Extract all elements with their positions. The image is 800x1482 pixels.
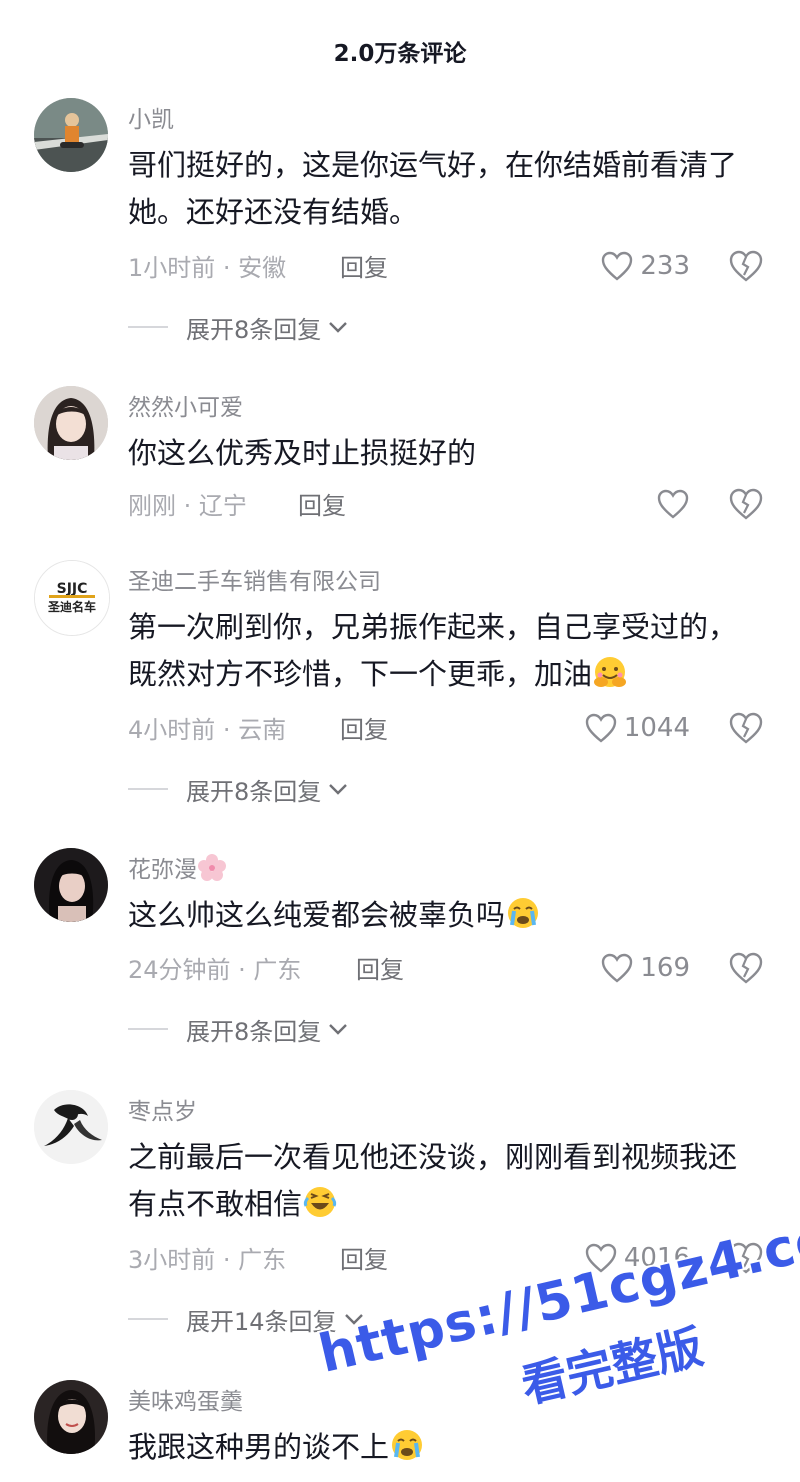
broken-heart-icon[interactable]	[728, 950, 764, 986]
expand-replies-label: 展开8条回复	[186, 315, 322, 344]
heart-outline-icon	[602, 251, 633, 281]
comment-text: 第一次刷到你，兄弟振作起来，自己享受过的，既然对方不珍惜，下一个更乖，加油	[128, 604, 758, 698]
comment-text-content: 这么帅这么纯爱都会被辜负吗	[128, 898, 506, 932]
reply-button[interactable]: 回复	[340, 710, 388, 745]
comment-meta-row: 4小时前 · 云南 回复 1044	[128, 710, 768, 746]
comment-time-location: 1小时前 · 安徽	[128, 254, 287, 282]
divider	[128, 1318, 168, 1320]
comment-author[interactable]: 圣迪二手车销售有限公司	[128, 562, 381, 596]
heart-outline-icon	[602, 953, 633, 983]
comments-count-title: 2.0万条评论	[333, 41, 467, 67]
divider	[128, 788, 168, 790]
comment-author[interactable]: 然然小可爱	[128, 388, 243, 422]
comment-time-location: 3小时前 · 广东	[128, 1246, 287, 1274]
laughing-tears-emoji	[303, 1187, 337, 1217]
expand-replies-label: 展开8条回复	[186, 1017, 322, 1046]
avatar[interactable]	[34, 98, 108, 172]
chevron-down-icon	[329, 1024, 348, 1035]
like-button[interactable]: 1044	[584, 710, 690, 746]
comment-text: 你这么优秀及时止损挺好的	[128, 436, 477, 470]
like-count: 1044	[623, 713, 690, 743]
comment-author[interactable]: 小凯	[128, 100, 174, 134]
avatar[interactable]	[34, 1380, 108, 1454]
comment-time-location: 24分钟前 · 广东	[128, 956, 302, 984]
heart-outline-icon	[585, 713, 617, 743]
cherry-blossom-emoji	[198, 854, 226, 881]
like-button[interactable]: 233	[600, 248, 690, 284]
comment-text: 这么帅这么纯爱都会被辜负吗	[128, 892, 758, 939]
like-count: 169	[640, 953, 690, 983]
heart-outline-icon	[657, 489, 689, 519]
hugging-face-emoji	[594, 657, 627, 687]
comment-meta-row: 刚刚 · 辽宁 回复	[128, 486, 768, 522]
comment-author[interactable]: 花弥漫	[128, 850, 227, 884]
comment-time-location: 刚刚 · 辽宁	[128, 492, 247, 520]
reply-button[interactable]: 回复	[356, 950, 404, 985]
comment-text: 哥们挺好的，这是你运气好，在你结婚前看清了她。还好还没有结婚。	[128, 148, 738, 229]
comment-author[interactable]: 美味鸡蛋羹	[128, 1382, 243, 1416]
chevron-down-icon	[329, 322, 348, 333]
avatar[interactable]: SJJC 圣迪名车	[34, 560, 110, 636]
avatar-logo-main: 圣迪名车	[47, 599, 96, 614]
divider	[128, 1028, 168, 1030]
broken-heart-icon[interactable]	[728, 710, 764, 746]
comment-meta-row: 1小时前 · 安徽 回复 233	[128, 248, 768, 284]
reply-button[interactable]: 回复	[298, 486, 346, 521]
expand-replies-button[interactable]: 展开8条回复	[128, 310, 349, 344]
expand-replies-button[interactable]: 展开8条回复	[128, 1012, 349, 1046]
expand-replies-label: 展开8条回复	[186, 777, 322, 806]
expand-replies-button[interactable]: 展开8条回复	[128, 772, 349, 806]
like-button[interactable]: 169	[600, 950, 690, 986]
avatar[interactable]	[34, 848, 108, 922]
divider	[128, 326, 168, 328]
crying-face-emoji	[508, 898, 539, 928]
comment-text-content: 第一次刷到你，兄弟振作起来，自己享受过的，既然对方不珍惜，下一个更乖，加油	[128, 610, 738, 691]
broken-heart-icon[interactable]	[728, 486, 764, 522]
comment-time-location: 4小时前 · 云南	[128, 716, 287, 744]
avatar[interactable]	[34, 386, 108, 460]
comment-author-name: 花弥漫	[128, 857, 197, 883]
comment-author[interactable]: 枣点岁	[128, 1092, 197, 1126]
like-count: 233	[640, 251, 690, 281]
like-button[interactable]	[656, 486, 690, 522]
reply-button[interactable]: 回复	[340, 248, 388, 283]
comment-meta-row: 24分钟前 · 广东 回复 169	[128, 950, 768, 986]
broken-heart-icon[interactable]	[728, 248, 764, 284]
avatar-logo-top: SJJC	[57, 581, 88, 597]
avatar[interactable]	[34, 1090, 108, 1164]
chevron-down-icon	[329, 784, 348, 795]
